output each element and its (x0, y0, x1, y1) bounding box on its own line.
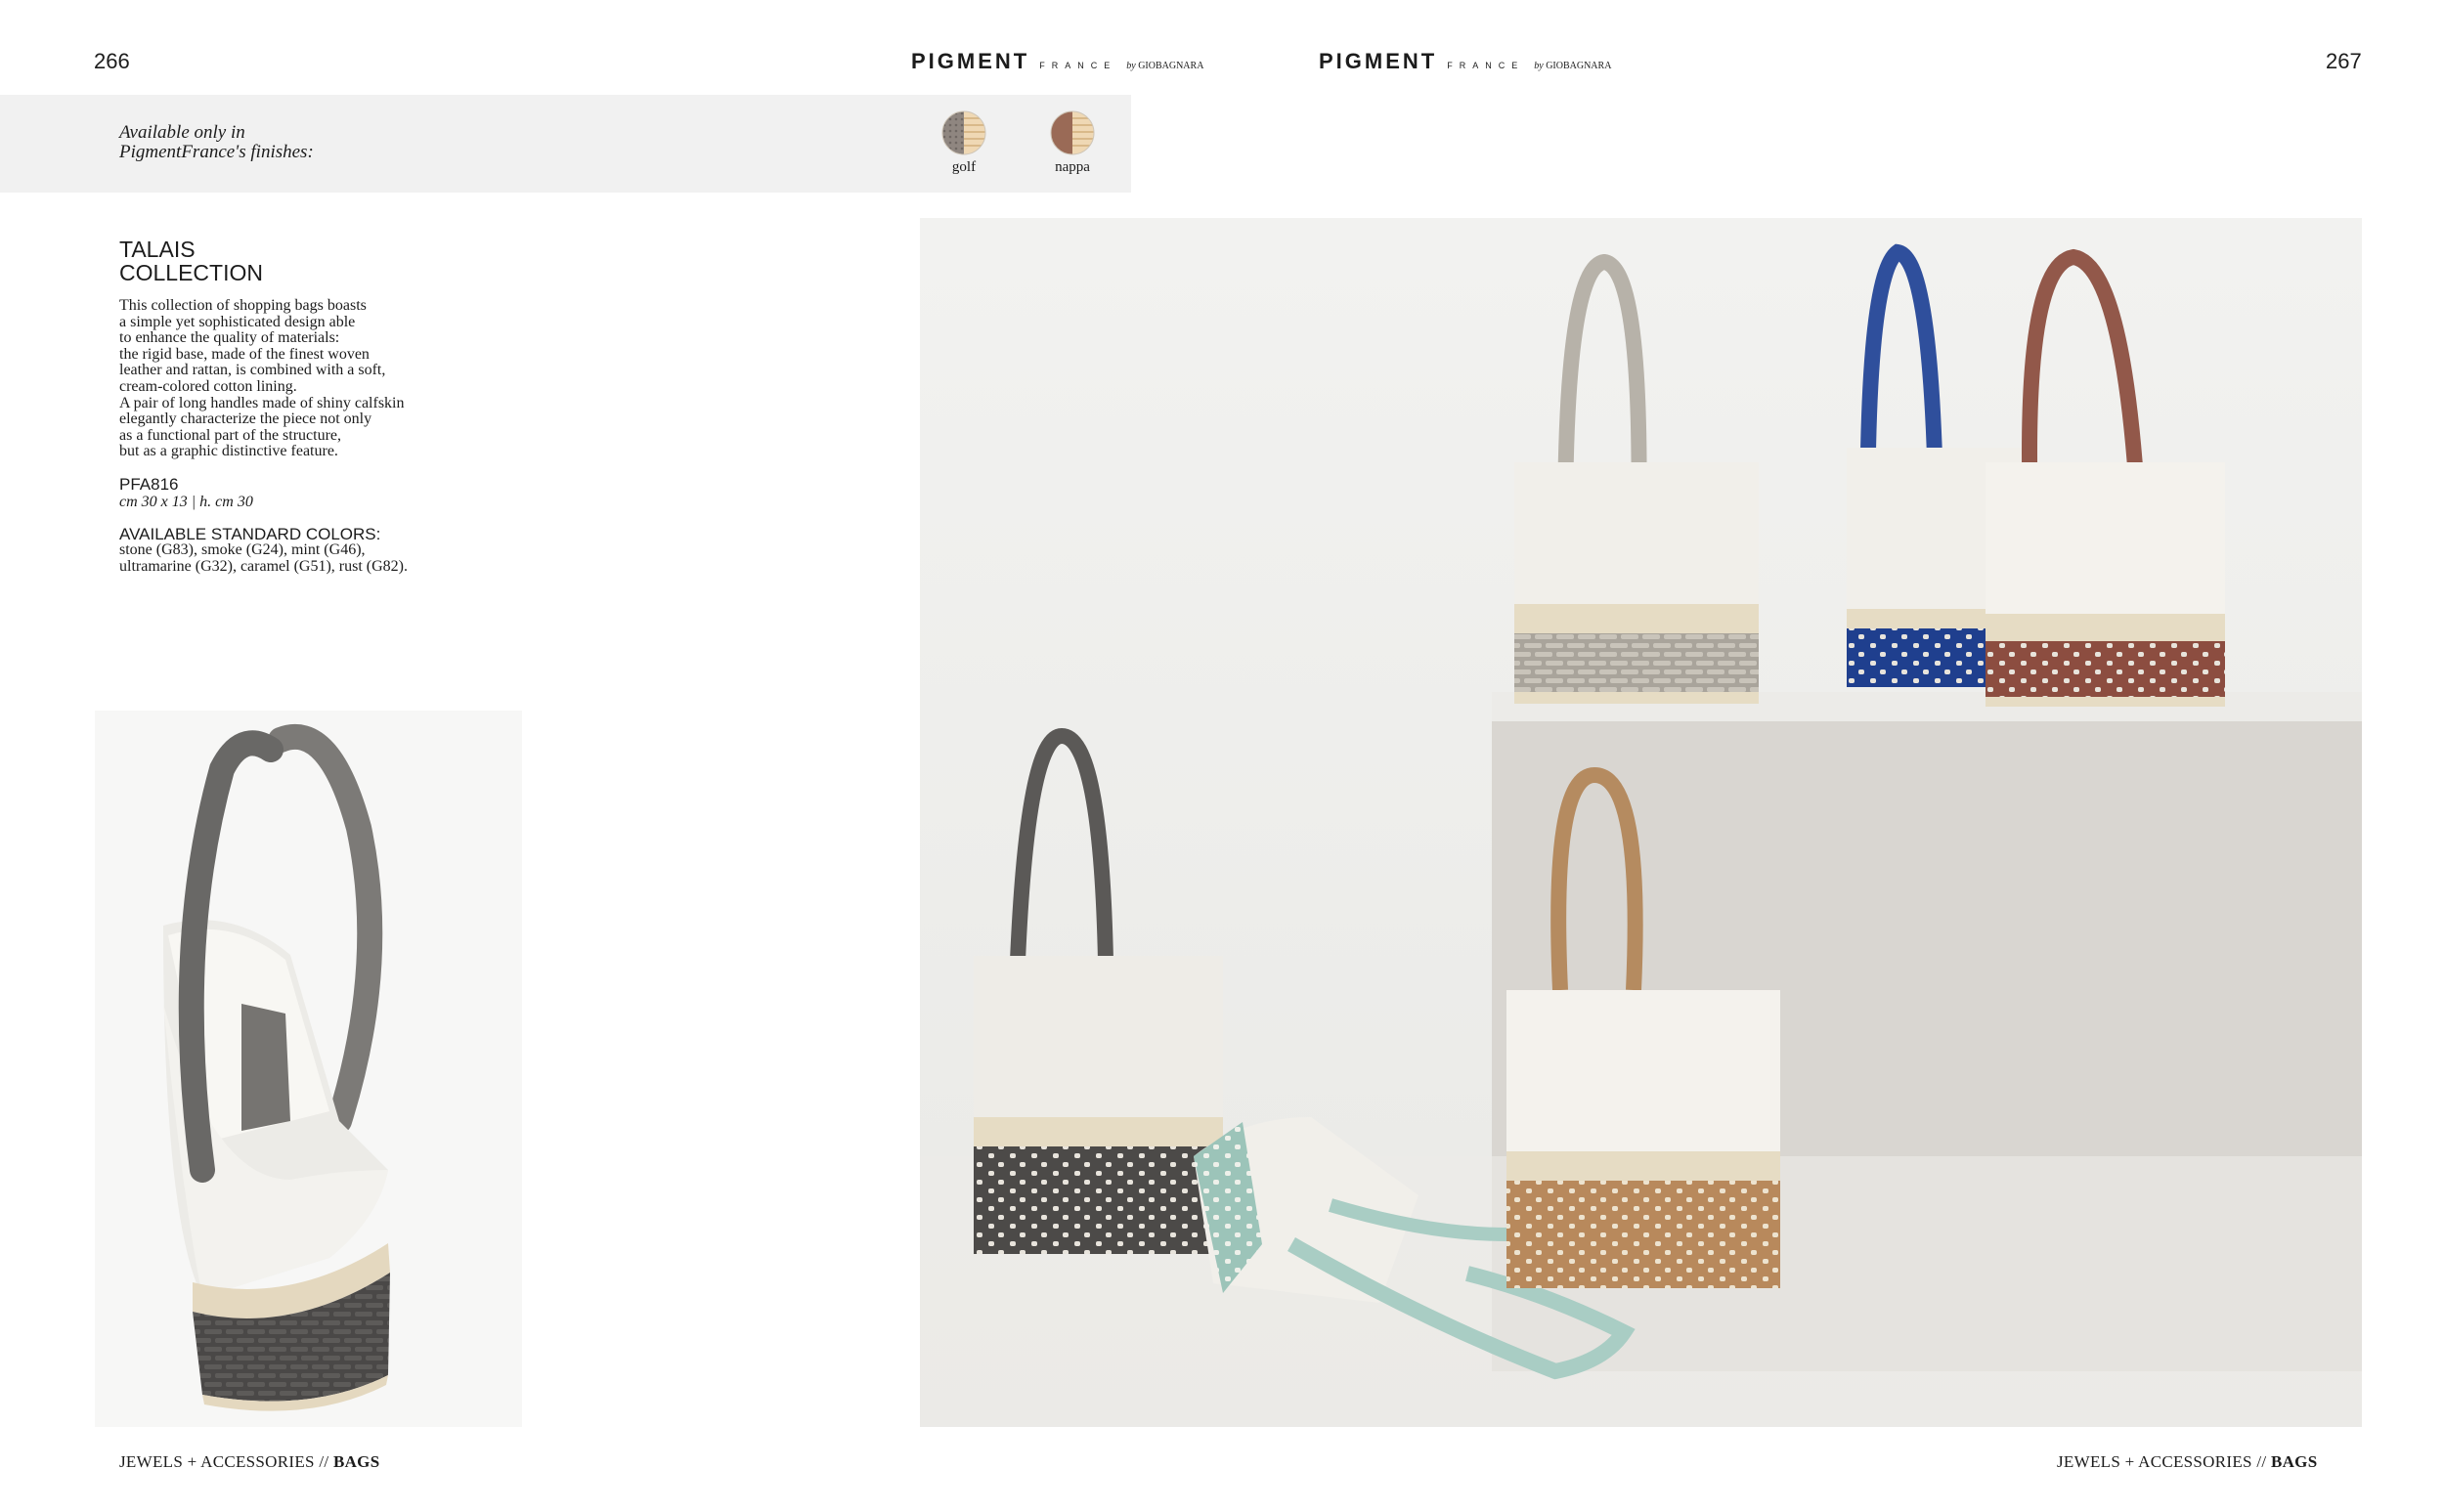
collection-title: TALAIS COLLECTION (119, 237, 263, 285)
brand-sub: FRANCE (1039, 61, 1117, 70)
product-code: PFA816 (119, 475, 179, 494)
brand-maker: by GIOBAGNARA (1126, 61, 1204, 71)
swatch-golf-label: golf (951, 159, 977, 175)
product-photo-smoke-bag (95, 711, 522, 1427)
brand-name: PIGMENT (911, 49, 1030, 73)
footer-right: JEWELS + ACCESSORIES // BAGS (2057, 1452, 2318, 1471)
right-page-number: 267 (2326, 49, 2362, 73)
finishes-label: Available only in PigmentFrance's finish… (119, 122, 314, 162)
brand-maker: by GIOBAGNARA (1534, 61, 1612, 71)
swatch-nappa-label: nappa (1055, 159, 1090, 175)
brand-name: PIGMENT (1319, 49, 1438, 73)
brand-header-left: PIGMENT FRANCE by GIOBAGNARA (911, 49, 1203, 74)
brand-header-right: PIGMENT FRANCE by GIOBAGNARA (1319, 49, 1611, 74)
brand-sub: FRANCE (1447, 61, 1525, 70)
collection-description: This collection of shopping bags boasts … (119, 297, 405, 460)
product-dimensions: cm 30 x 13 | h. cm 30 (119, 494, 253, 510)
footer-left: JEWELS + ACCESSORIES // BAGS (119, 1452, 380, 1471)
product-photo-collection (920, 218, 2362, 1427)
left-page-number: 266 (94, 49, 130, 73)
swatch-golf (941, 110, 986, 155)
swatch-nappa (1050, 110, 1095, 155)
colors-list: stone (G83), smoke (G24), mint (G46), ul… (119, 541, 408, 575)
